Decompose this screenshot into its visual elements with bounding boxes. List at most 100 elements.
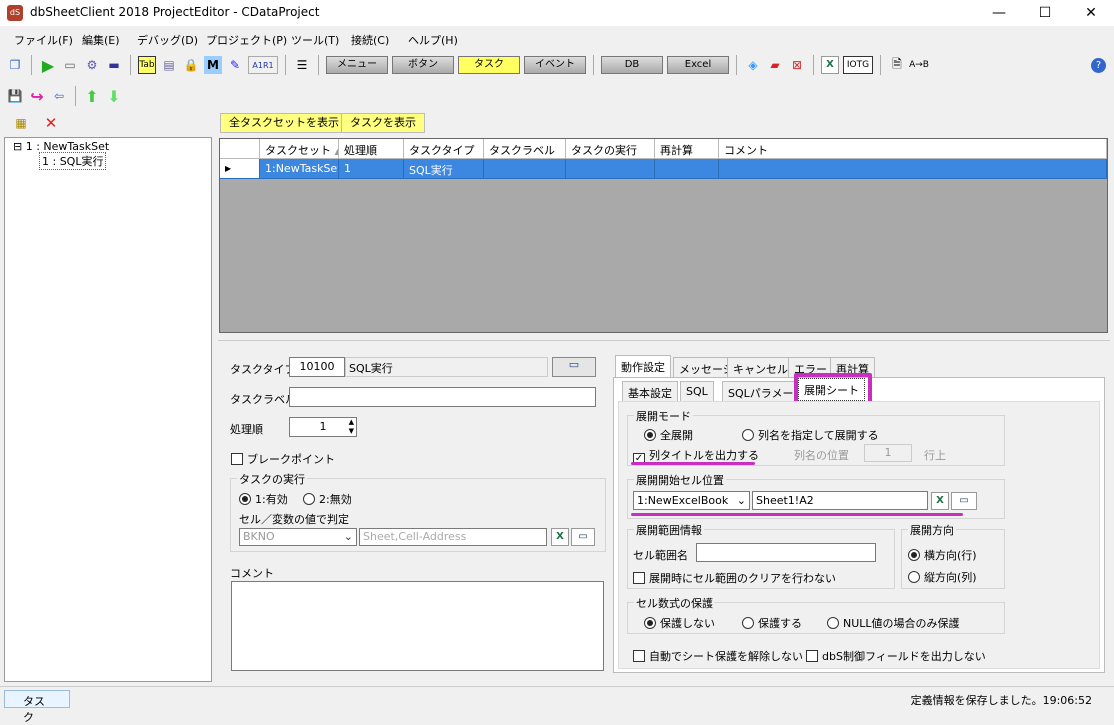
no-dbs-field-checkbox[interactable]: dbS制御フィールドを出力しない (806, 648, 986, 664)
cell-taskset[interactable]: 1:NewTaskSet (260, 159, 339, 179)
comment-textarea[interactable] (231, 581, 604, 671)
menu-debug[interactable]: デバッグ(D) (137, 32, 198, 48)
status-tab[interactable]: タスク (4, 690, 70, 724)
iotg-button[interactable]: IOTG (843, 56, 873, 74)
cell-label[interactable] (484, 159, 566, 179)
excel-button[interactable]: Excel (667, 56, 729, 74)
column-header-taskset[interactable]: タスクセット ▲ (260, 139, 339, 159)
task-type-select-button[interactable]: ▭ (552, 357, 596, 377)
document-search-icon[interactable]: 🗎 (888, 56, 906, 74)
mode-menu-button[interactable]: メニュー (326, 56, 388, 74)
toolbox-icon[interactable]: ▰ (766, 56, 784, 74)
column-header-order[interactable]: 処理順 (339, 139, 404, 159)
a1r1-icon[interactable]: A1R1 (248, 56, 278, 74)
replace-icon[interactable]: A→B (909, 56, 929, 74)
mode-event-button[interactable]: イベント (524, 56, 586, 74)
grid-icon[interactable]: ▦ (12, 114, 30, 132)
redo-icon[interactable]: ↪ (28, 87, 46, 106)
no-clear-checkbox[interactable]: 展開時にセル範囲のクリアを行わない (633, 570, 836, 586)
table-row[interactable]: ▶ 1:NewTaskSet 1 SQL実行 (220, 159, 1107, 179)
excel-icon[interactable]: X (821, 56, 839, 74)
cell-type[interactable]: SQL実行 (404, 159, 484, 179)
column-header-comment[interactable]: コメント (719, 139, 1107, 159)
subtab-expand-sheet[interactable]: 展開シート (798, 378, 865, 401)
show-all-tasksets-button[interactable]: 全タスクセットを表示 (220, 113, 348, 133)
cell-exec[interactable] (566, 159, 655, 179)
excel-book-select[interactable]: 1:NewExcelBook ⌄ (633, 491, 750, 510)
cell-recalc[interactable] (655, 159, 719, 179)
cell-order[interactable]: 1 (339, 159, 404, 179)
move-up-icon[interactable]: ⬆ (83, 87, 101, 106)
task-tree[interactable]: ⊟ 1 : NewTaskSet 1 : SQL実行 (4, 137, 212, 682)
tree-node-label: 1 : SQL実行 (42, 155, 104, 168)
window-icon[interactable]: ❐ (6, 56, 24, 74)
cell-comment[interactable] (719, 159, 1107, 179)
macro-icon[interactable]: M (204, 56, 222, 74)
cell-picker-icon[interactable]: ▭ (951, 492, 977, 510)
menu-connect[interactable]: 接続(C) (351, 32, 389, 48)
direction-horizontal-radio[interactable]: 横方向(行) (908, 547, 977, 563)
highlight-underline (631, 513, 963, 516)
list-icon[interactable]: ☰ (293, 56, 311, 74)
judge-variable-select[interactable]: BKNO ⌄ (239, 528, 357, 546)
excel-icon[interactable]: X (931, 492, 949, 510)
gear-run-icon[interactable]: ⚙ (83, 56, 101, 74)
menu-file[interactable]: ファイル(F) (14, 32, 73, 48)
protect-null-radio[interactable]: NULL値の場合のみ保護 (827, 615, 960, 631)
protect-none-radio[interactable]: 保護しない (644, 615, 715, 631)
column-header-type[interactable]: タスクタイプ (404, 139, 484, 159)
sheet-icon[interactable]: ▤ (160, 56, 178, 74)
mode-named-radio[interactable]: 列名を指定して展開する (742, 427, 879, 443)
direction-vertical-radio[interactable]: 縦方向(列) (908, 569, 977, 585)
db-button[interactable]: DB (601, 56, 663, 74)
excel-icon[interactable]: X (551, 528, 569, 546)
import-icon[interactable]: ⇦ (50, 87, 68, 105)
delete-icon[interactable]: ✕ (42, 114, 60, 132)
menu-edit[interactable]: 編集(E) (82, 32, 120, 48)
run-icon[interactable]: ▶ (39, 56, 57, 75)
subtab-basic[interactable]: 基本設定 (622, 381, 678, 401)
judge-cell-input[interactable]: Sheet,Cell-Address (359, 528, 547, 546)
mode-all-radio[interactable]: 全展開 (644, 427, 693, 443)
disconnect-icon[interactable]: ⊠ (788, 56, 806, 74)
no-unprotect-checkbox[interactable]: 自動でシート保護を解除しない (633, 648, 803, 664)
lock-icon[interactable]: 🔒 (182, 56, 200, 74)
mode-button-button[interactable]: ボタン (392, 56, 454, 74)
show-tasks-button[interactable]: タスクを表示 (341, 113, 425, 133)
help-icon[interactable]: ? (1091, 57, 1106, 73)
exec-enabled-radio[interactable]: 1:有効 (239, 491, 288, 507)
form-icon[interactable]: ▬ (105, 56, 123, 74)
exec-disabled-radio[interactable]: 2:無効 (303, 491, 352, 507)
spin-icon[interactable]: ▲ ▼ (349, 418, 354, 436)
target-icon[interactable]: ◈ (744, 56, 762, 74)
subtab-sql-params[interactable]: SQLパラメータ (722, 381, 800, 401)
menu-tools[interactable]: ツール(T) (291, 32, 339, 48)
mode-task-button[interactable]: タスク (458, 56, 520, 74)
menu-help[interactable]: ヘルプ(H) (408, 32, 458, 48)
tab-icon[interactable]: Tab (138, 56, 156, 74)
tab-cancel[interactable]: キャンセル (727, 357, 794, 377)
save-icon[interactable]: 💾 (6, 87, 24, 105)
tree-panel: ▦ ✕ ⊟ 1 : NewTaskSet 1 : SQL実行 (0, 110, 213, 683)
cell-picker-icon[interactable]: ▭ (571, 528, 595, 546)
console-icon[interactable]: ▭ (61, 56, 79, 74)
breakpoint-checkbox[interactable]: ブレークポイント (231, 451, 335, 467)
start-cell-input[interactable] (752, 491, 928, 510)
minimize-button[interactable]: — (976, 0, 1022, 26)
macro-edit-icon[interactable]: ✎ (226, 56, 244, 74)
menu-project[interactable]: プロジェクト(P) (206, 32, 287, 48)
protect-on-radio[interactable]: 保護する (742, 615, 802, 631)
row-selector-icon[interactable]: ▶ (220, 159, 260, 179)
column-header-exec[interactable]: タスクの実行 (566, 139, 655, 159)
close-button[interactable]: ✕ (1068, 0, 1114, 26)
move-down-icon[interactable]: ⬇ (105, 87, 123, 106)
order-stepper[interactable]: 1 ▲ ▼ (289, 417, 357, 437)
column-header-label[interactable]: タスクラベル (484, 139, 566, 159)
tab-action-settings[interactable]: 動作設定 (615, 355, 671, 377)
column-header-recalc[interactable]: 再計算 (655, 139, 719, 159)
tree-node-task[interactable]: 1 : SQL実行 (39, 152, 107, 170)
task-label-input[interactable] (289, 387, 596, 407)
maximize-button[interactable]: ☐ (1022, 0, 1068, 26)
subtab-sql[interactable]: SQL (680, 381, 714, 401)
range-name-input[interactable] (696, 543, 876, 562)
